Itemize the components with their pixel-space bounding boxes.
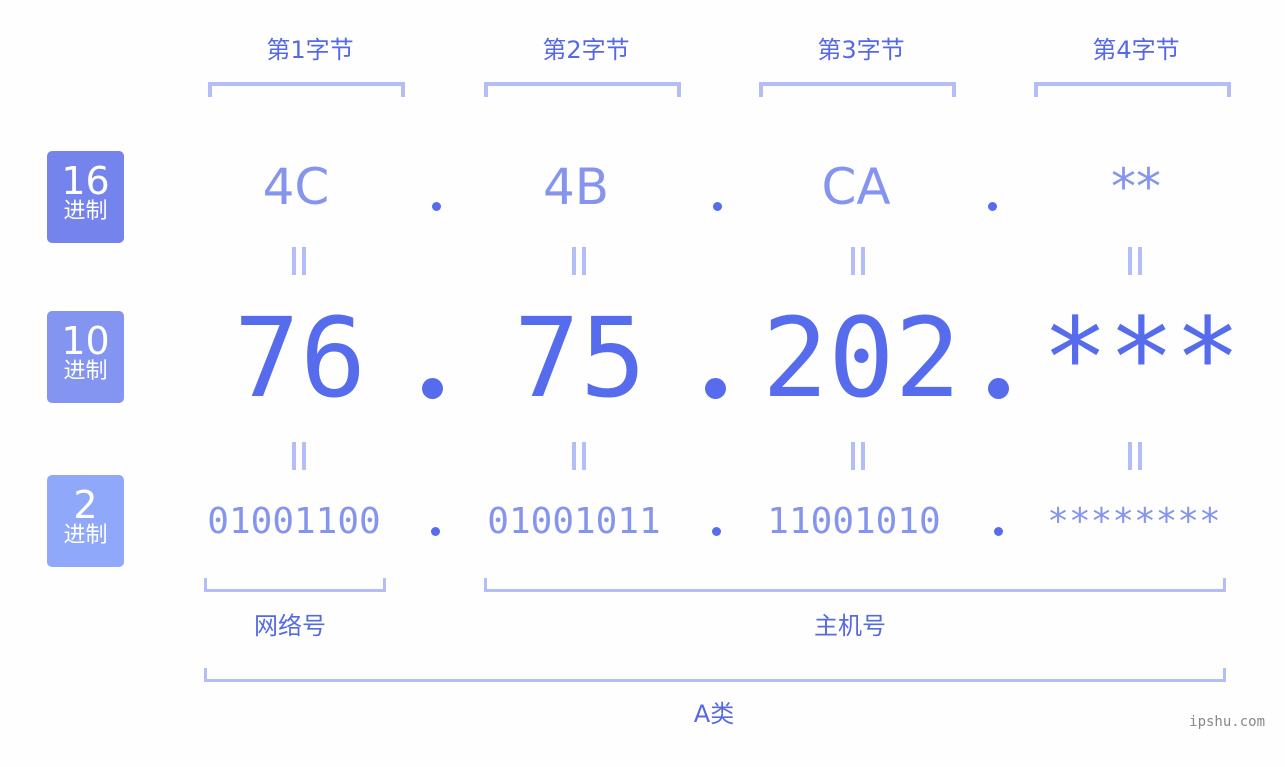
- bin-value-1: 01001100: [207, 501, 381, 542]
- dec-separator-dot: [988, 378, 1009, 399]
- bin-badge-number: 2: [73, 483, 98, 527]
- dec-value-3: 202: [762, 294, 961, 422]
- bin-value-2: 01001011: [487, 501, 661, 542]
- class-bracket: [204, 668, 1226, 682]
- bin-separator-dot: [712, 527, 721, 536]
- bin-separator-dot: [431, 527, 440, 536]
- dec-value-1: 76: [233, 294, 367, 422]
- hex-separator-dot: [432, 202, 441, 211]
- bin-badge-unit: 进制: [63, 523, 108, 548]
- hex-value-1: 4C: [262, 158, 330, 216]
- equals-sign: [1126, 247, 1146, 275]
- byte-bracket-2: [484, 82, 681, 97]
- hex-separator-dot: [988, 202, 997, 211]
- dec-badge-number: 10: [61, 319, 110, 363]
- bin-value-4: ********: [1047, 501, 1221, 542]
- hex-value-3: CA: [821, 158, 891, 216]
- dec-badge: 10 进制: [47, 311, 124, 403]
- equals-sign: [849, 247, 869, 275]
- dec-separator-dot: [705, 378, 726, 399]
- byte-label-4: 第4字节: [1092, 36, 1180, 64]
- hex-value-4: **: [1111, 158, 1161, 216]
- dec-separator-dot: [422, 378, 443, 399]
- byte-label-1: 第1字节: [266, 36, 354, 64]
- network-bracket: [204, 578, 386, 592]
- byte-label-2: 第2字节: [542, 36, 630, 64]
- equals-sign: [290, 247, 310, 275]
- hex-value-2: 4B: [542, 158, 610, 216]
- hex-badge: 16 进制: [47, 151, 124, 243]
- equals-sign: [290, 442, 310, 470]
- watermark: ipshu.com: [1189, 714, 1265, 730]
- hex-separator-dot: [713, 202, 722, 211]
- hex-badge-number: 16: [61, 159, 110, 203]
- equals-sign: [849, 442, 869, 470]
- byte-bracket-4: [1034, 82, 1231, 97]
- host-bracket: [484, 578, 1226, 592]
- dec-value-2: 75: [513, 294, 647, 422]
- equals-sign: [1126, 442, 1146, 470]
- bin-badge: 2 进制: [47, 475, 124, 567]
- byte-bracket-1: [208, 82, 405, 97]
- bin-separator-dot: [994, 527, 1003, 536]
- dec-badge-unit: 进制: [63, 359, 108, 384]
- byte-bracket-3: [759, 82, 956, 97]
- network-label: 网络号: [254, 612, 326, 640]
- host-label: 主机号: [814, 612, 886, 640]
- equals-sign: [570, 247, 590, 275]
- hex-badge-unit: 进制: [63, 199, 108, 224]
- equals-sign: [570, 442, 590, 470]
- class-label: A类: [693, 700, 735, 728]
- bin-value-3: 11001010: [767, 501, 941, 542]
- dec-value-4: ***: [1042, 294, 1241, 422]
- byte-label-3: 第3字节: [817, 36, 905, 64]
